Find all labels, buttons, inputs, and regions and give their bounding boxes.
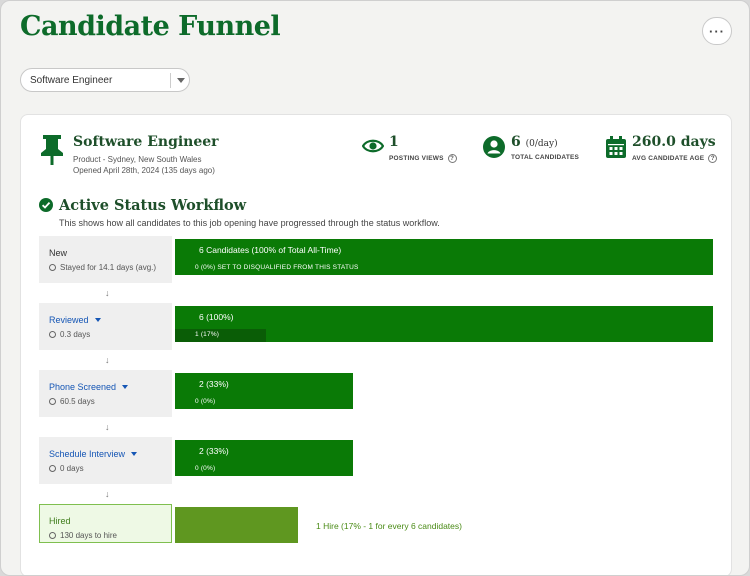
clock-icon (49, 331, 56, 338)
avg-candidate-age-value: 260.0 days (632, 134, 716, 150)
stage-duration: 0 days (60, 464, 84, 473)
job-select-value: Software Engineer (30, 74, 113, 86)
stage-label-box: Reviewed 0.3 days (39, 303, 172, 350)
job-opened-date: Opened April 28th, 2024 (135 days ago) (73, 166, 215, 175)
stage-name-link[interactable]: Schedule Interview (49, 449, 172, 459)
stage-count: 2 (33%) (199, 379, 229, 389)
stage-label-box: New Stayed for 14.1 days (avg.) (39, 236, 172, 283)
down-arrow-icon: ↓ (105, 288, 110, 298)
more-options-button[interactable]: ··· (702, 17, 732, 45)
avg-candidate-age-label: AVG CANDIDATE AGE (632, 155, 705, 162)
stage-label-box: Schedule Interview 0 days (39, 437, 172, 484)
stage-name: New (49, 248, 68, 258)
hire-summary: 1 Hire (17% - 1 for every 6 candidates) (316, 521, 462, 531)
candidates-per-day: (0/day) (525, 139, 558, 149)
help-icon[interactable]: ? (708, 154, 718, 163)
stage-bar: 6 Candidates (100% of Total All-Time) 0 … (175, 239, 713, 275)
select-divider (170, 73, 171, 88)
posting-views-label: POSTING VIEWS (389, 155, 444, 162)
job-location: Product - Sydney, New South Wales (73, 155, 202, 164)
job-select[interactable]: Software Engineer (20, 68, 190, 92)
job-title: Software Engineer (73, 134, 219, 150)
stage-label-box: Phone Screened 60.5 days (39, 370, 172, 417)
chevron-down-icon (122, 385, 129, 389)
workflow-description: This shows how all candidates to this jo… (59, 218, 440, 228)
chevron-down-icon (131, 452, 138, 456)
stage-row-hired: Hired 130 days to hire 1 Hire (17% - 1 f… (39, 504, 714, 551)
stage-name: Hired (49, 516, 71, 526)
stage-count: 6 (100%) (199, 312, 234, 322)
check-circle-icon (39, 198, 53, 212)
user-circle-icon (483, 136, 505, 158)
stage-row-reviewed: Reviewed 0.3 days 6 (100%) 1 (17%) (39, 303, 714, 350)
stage-disqualified: 0 (0%) (195, 398, 216, 405)
stage-row-new: New Stayed for 14.1 days (avg.) 6 Candid… (39, 236, 714, 283)
app-window: Candidate Funnel ··· Software Engineer S… (0, 0, 750, 576)
hire-bar (175, 507, 298, 543)
stage-disqualified: 0 (0%) SET TO DISQUALIFIED FROM THIS STA… (195, 264, 359, 271)
stage-name-link[interactable]: Reviewed (49, 315, 172, 325)
stage-duration: 0.3 days (60, 330, 91, 339)
stage-bar: 2 (33%) 0 (0%) (175, 373, 353, 409)
stage-bar: 2 (33%) 0 (0%) (175, 440, 353, 476)
chevron-down-icon (94, 318, 101, 322)
down-arrow-icon: ↓ (105, 489, 110, 499)
stage-row-schedule-interview: Schedule Interview 0 days 2 (33%) 0 (0%) (39, 437, 714, 484)
clock-icon (49, 398, 56, 405)
stage-count: 2 (33%) (199, 446, 229, 456)
posting-views-stat: 1 POSTING VIEWS? (389, 134, 457, 163)
stage-name-link[interactable]: Phone Screened (49, 382, 172, 392)
workflow-title: Active Status Workflow (59, 197, 247, 214)
help-icon[interactable]: ? (447, 154, 457, 163)
total-candidates-stat: 6 (0/day) TOTAL CANDIDATES (511, 134, 579, 161)
time-to-hire: 130 days to hire (60, 531, 117, 540)
stage-bar: 6 (100%) 1 (17%) (175, 306, 713, 342)
stage-disqualified: 0 (0%) (195, 465, 216, 472)
stage-row-phone-screened: Phone Screened 60.5 days 2 (33%) 0 (0%) (39, 370, 714, 417)
down-arrow-icon: ↓ (105, 422, 110, 432)
stage-duration: 60.5 days (60, 397, 95, 406)
posting-views-value: 1 (389, 134, 399, 150)
eye-icon (362, 139, 384, 153)
stage-disqualified: 1 (17%) (195, 331, 220, 338)
pushpin-icon (41, 135, 63, 165)
calendar-icon (606, 136, 626, 158)
clock-icon (49, 465, 56, 472)
stage-name: Schedule Interview (49, 449, 126, 459)
stage-count: 6 Candidates (100% of Total All-Time) (199, 245, 342, 255)
clock-icon (49, 532, 56, 539)
stage-label-box-hired: Hired 130 days to hire (39, 504, 172, 543)
chevron-down-icon (177, 78, 185, 83)
stage-name: Phone Screened (49, 382, 117, 392)
down-arrow-icon: ↓ (105, 355, 110, 365)
total-candidates-value: 6 (511, 134, 521, 150)
stage-duration: Stayed for 14.1 days (avg.) (60, 263, 157, 272)
clock-icon (49, 264, 56, 271)
page-title: Candidate Funnel (20, 11, 281, 42)
avg-candidate-age-stat: 260.0 days AVG CANDIDATE AGE? (632, 134, 718, 163)
total-candidates-label: TOTAL CANDIDATES (511, 154, 580, 161)
stage-name: Reviewed (49, 315, 89, 325)
stage-sub-bar (175, 329, 267, 342)
job-details: Product - Sydney, New South Wales Opened… (73, 154, 215, 176)
